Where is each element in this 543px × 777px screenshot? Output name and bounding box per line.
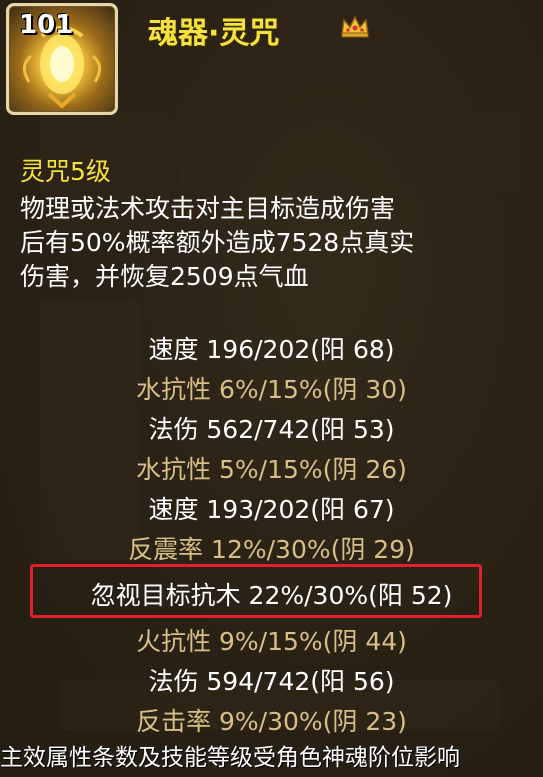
attribute-row: 水抗性 5%/15%(阴 26): [136, 455, 407, 484]
attribute-row: 法伤 594/742(阳 56): [148, 667, 395, 696]
item-name: 魂器·灵咒: [148, 16, 280, 51]
attribute-row: 水抗性 6%/15%(阴 30): [136, 375, 407, 404]
item-level-badge: 101: [19, 10, 74, 40]
attribute-row: 法伤 562/742(阳 53): [148, 415, 395, 444]
attribute-list: 速度 196/202(阳 68) 水抗性 6%/15%(阴 30) 法伤 562…: [0, 330, 543, 742]
skill-title: 灵咒5级: [20, 157, 111, 186]
attribute-row: 火抗性 9%/15%(阴 44): [136, 627, 407, 656]
item-icon: 101: [6, 3, 118, 115]
skill-description-line: 后有50%概率额外造成7528点真实: [20, 228, 415, 257]
highlight-box: [30, 564, 482, 618]
footer-note: 主效属性条数及技能等级受角色神魂阶位影响: [0, 745, 460, 771]
item-tooltip: 101 魂器·灵咒 灵咒5级 物理或法术攻击对主目标造成伤害 后有50%概率额外…: [0, 0, 543, 777]
skill-description-line: 物理或法术攻击对主目标造成伤害: [20, 194, 396, 223]
attribute-row: 反击率 9%/30%(阴 23): [136, 707, 407, 736]
skill-description: 物理或法术攻击对主目标造成伤害 后有50%概率额外造成7528点真实 伤害，并恢…: [20, 192, 520, 294]
attribute-row: 速度 196/202(阳 68): [148, 335, 395, 364]
skill-description-line: 伤害，并恢复2509点气血: [20, 262, 309, 291]
crown-icon: [341, 15, 369, 38]
attribute-row: 速度 193/202(阳 67): [148, 495, 395, 524]
